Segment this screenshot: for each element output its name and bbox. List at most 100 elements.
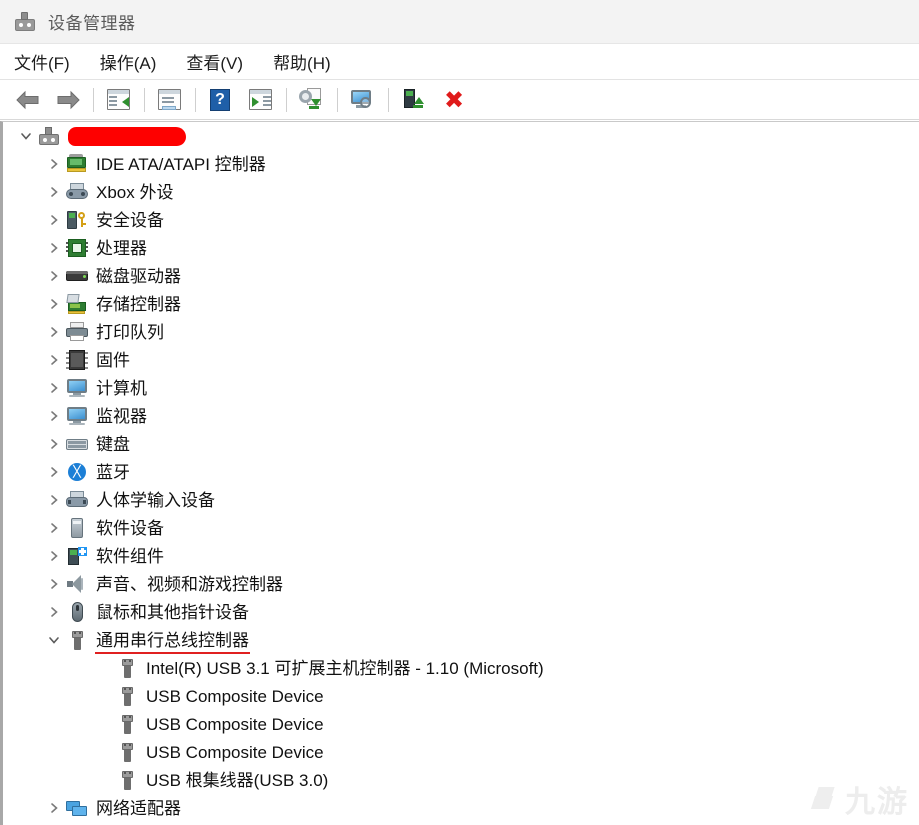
chevron-right-icon[interactable] xyxy=(43,242,65,254)
tree-node[interactable]: 安全设备 xyxy=(3,206,919,234)
usb-icon xyxy=(65,629,89,651)
forward-arrow-icon xyxy=(57,90,80,109)
menu-view[interactable]: 查看(V) xyxy=(186,49,243,74)
watermark-logo-icon xyxy=(811,785,841,813)
scan-hardware-changes-icon xyxy=(350,88,376,112)
computer-icon xyxy=(65,377,89,399)
scan-hardware-changes-button[interactable] xyxy=(346,85,380,115)
tree-node-label: 监视器 xyxy=(96,406,147,426)
tree-node[interactable]: 鼠标和其他指针设备 xyxy=(3,598,919,626)
menu-action[interactable]: 操作(A) xyxy=(100,49,157,74)
tree-node-label: USB Composite Device xyxy=(146,686,324,706)
keyboard-icon xyxy=(65,433,89,455)
mouse-icon xyxy=(65,601,89,623)
chevron-right-icon[interactable] xyxy=(43,298,65,310)
tree-node[interactable]: ᚷ 蓝牙 xyxy=(3,458,919,486)
tree-node[interactable]: 监视器 xyxy=(3,402,919,430)
tree-node-label: 软件设备 xyxy=(96,518,164,538)
tree-node[interactable]: USB 根集线器(USB 3.0) xyxy=(3,766,919,794)
tree-node-label: 鼠标和其他指针设备 xyxy=(96,602,249,622)
tree-node-usb-controllers[interactable]: 通用串行总线控制器 xyxy=(3,626,919,654)
chevron-right-icon[interactable] xyxy=(43,186,65,198)
forward-button[interactable] xyxy=(51,85,85,115)
show-hide-console-tree-icon xyxy=(106,88,132,112)
chevron-right-icon[interactable] xyxy=(43,606,65,618)
title-bar: 设备管理器 xyxy=(0,0,919,44)
chevron-down-icon[interactable] xyxy=(43,634,65,646)
tree-node[interactable]: 固件 xyxy=(3,346,919,374)
tree-node[interactable]: 存储控制器 xyxy=(3,290,919,318)
security-device-icon xyxy=(65,209,89,231)
chevron-right-icon[interactable] xyxy=(43,382,65,394)
back-arrow-icon xyxy=(16,90,39,109)
uninstall-device-button[interactable]: ✖ xyxy=(437,85,471,115)
window-title: 设备管理器 xyxy=(48,14,136,33)
root-label-redacted xyxy=(68,126,186,146)
properties-button[interactable] xyxy=(153,85,187,115)
toolbar-separator xyxy=(144,87,145,112)
tree-node[interactable]: 磁盘驱动器 xyxy=(3,262,919,290)
tree-node-label: 固件 xyxy=(96,350,130,370)
help-button[interactable]: ? xyxy=(204,85,238,115)
tree-node-label: 存储控制器 xyxy=(96,294,181,314)
chevron-down-icon[interactable] xyxy=(15,130,37,142)
chevron-right-icon[interactable] xyxy=(43,438,65,450)
tree-node[interactable]: 键盘 xyxy=(3,430,919,458)
chevron-right-icon[interactable] xyxy=(43,494,65,506)
toolbar-separator xyxy=(388,87,389,112)
chevron-right-icon[interactable] xyxy=(43,522,65,534)
bluetooth-icon: ᚷ xyxy=(65,461,89,483)
tree-node-label: 磁盘驱动器 xyxy=(96,266,181,286)
menu-help[interactable]: 帮助(H) xyxy=(273,49,331,74)
chevron-right-icon[interactable] xyxy=(43,214,65,226)
tree-node[interactable]: 处理器 xyxy=(3,234,919,262)
tree-node-label: 计算机 xyxy=(96,378,147,398)
chevron-right-icon[interactable] xyxy=(43,466,65,478)
chevron-right-icon[interactable] xyxy=(43,354,65,366)
tree-node-label: Intel(R) USB 3.1 可扩展主机控制器 - 1.10 (Micros… xyxy=(146,658,544,678)
tree-node[interactable]: Intel(R) USB 3.1 可扩展主机控制器 - 1.10 (Micros… xyxy=(3,654,919,682)
back-button[interactable] xyxy=(11,85,45,115)
device-tree[interactable]: IDE ATA/ATAPI 控制器 Xbox 外设安全设备处理器磁盘驱动器存储控制… xyxy=(0,121,919,825)
usb-icon xyxy=(115,657,139,679)
tree-node[interactable]: 计算机 xyxy=(3,374,919,402)
usb-icon xyxy=(115,713,139,735)
menu-file[interactable]: 文件(F) xyxy=(14,49,70,74)
hid-icon xyxy=(65,489,89,511)
ide-controller-icon xyxy=(65,153,89,175)
show-hide-action-pane-button[interactable] xyxy=(244,85,278,115)
usb-icon xyxy=(115,769,139,791)
update-driver-button[interactable] xyxy=(295,85,329,115)
chevron-right-icon[interactable] xyxy=(43,410,65,422)
tree-node[interactable]: 打印队列 xyxy=(3,318,919,346)
tree-node[interactable]: 软件组件 xyxy=(3,542,919,570)
tree-node[interactable]: USB Composite Device xyxy=(3,738,919,766)
menu-bar: 文件(F) 操作(A) 查看(V) 帮助(H) xyxy=(0,44,919,80)
chevron-right-icon[interactable] xyxy=(43,270,65,282)
tree-node-label: USB Composite Device xyxy=(146,742,324,762)
show-hide-console-tree-button[interactable] xyxy=(102,85,136,115)
toolbar-separator xyxy=(337,87,338,112)
tree-node[interactable]: 声音、视频和游戏控制器 xyxy=(3,570,919,598)
tree-node-label: 通用串行总线控制器 xyxy=(95,630,250,654)
chevron-right-icon[interactable] xyxy=(43,550,65,562)
tree-node-label: Xbox 外设 xyxy=(96,182,174,202)
tree-node[interactable]: 软件设备 xyxy=(3,514,919,542)
software-component-icon xyxy=(65,545,89,567)
chevron-right-icon[interactable] xyxy=(43,158,65,170)
chevron-right-icon[interactable] xyxy=(43,802,65,814)
tree-node-label: 处理器 xyxy=(96,238,147,258)
disable-device-button[interactable] xyxy=(397,85,431,115)
tree-node[interactable]: Xbox 外设 xyxy=(3,178,919,206)
chevron-right-icon[interactable] xyxy=(43,326,65,338)
tree-node[interactable]: 网络适配器 xyxy=(3,794,919,822)
tree-node[interactable]: USB Composite Device xyxy=(3,710,919,738)
tree-node-label: IDE ATA/ATAPI 控制器 xyxy=(96,154,266,174)
tree-node[interactable]: USB Composite Device xyxy=(3,682,919,710)
network-adapter-icon xyxy=(65,797,89,819)
tree-node[interactable]: 人体学输入设备 xyxy=(3,486,919,514)
tree-root-node[interactable] xyxy=(3,122,919,150)
chevron-right-icon[interactable] xyxy=(43,578,65,590)
tree-node[interactable]: IDE ATA/ATAPI 控制器 xyxy=(3,150,919,178)
show-hide-action-pane-icon xyxy=(248,88,274,112)
